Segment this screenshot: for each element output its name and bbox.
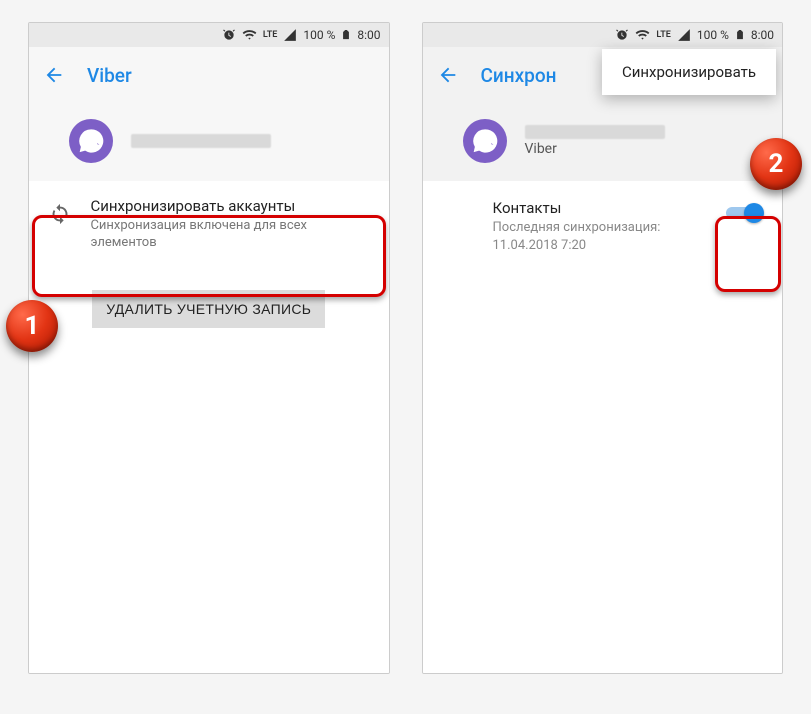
clock-time: 8:00 bbox=[357, 28, 380, 42]
contacts-title: Контакты bbox=[493, 199, 713, 217]
step-marker-1: 1 bbox=[6, 300, 58, 352]
step-marker-2: 2 bbox=[750, 138, 802, 190]
back-icon[interactable] bbox=[43, 64, 65, 86]
account-name-blurred bbox=[525, 125, 665, 139]
battery-icon bbox=[735, 27, 745, 43]
network-lte-label: LTE bbox=[656, 31, 670, 40]
contacts-sync-toggle[interactable] bbox=[726, 203, 762, 223]
contacts-sync-row[interactable]: Контакты Последняя синхронизация: 11.04.… bbox=[423, 181, 783, 270]
viber-app-icon bbox=[463, 119, 507, 163]
wifi-icon bbox=[242, 28, 257, 43]
page-title: Viber bbox=[87, 64, 132, 87]
back-icon[interactable] bbox=[437, 64, 459, 86]
sync-accounts-subtitle: Синхронизация включена для всех элементо… bbox=[90, 218, 370, 252]
contacts-last-sync: Последняя синхронизация: 11.04.2018 7:20 bbox=[493, 219, 713, 254]
phone-left: LTE 100 % 8:00 Viber bbox=[28, 22, 390, 674]
sync-now-menu-item[interactable]: Синхронизировать bbox=[602, 49, 776, 95]
account-name-blurred bbox=[131, 134, 271, 148]
battery-icon bbox=[341, 27, 351, 43]
wifi-icon bbox=[635, 28, 650, 43]
clock-time: 8:00 bbox=[751, 28, 774, 42]
status-bar: LTE 100 % 8:00 bbox=[423, 23, 783, 47]
signal-icon bbox=[677, 28, 691, 42]
battery-percent: 100 % bbox=[303, 28, 335, 42]
account-header bbox=[29, 103, 389, 181]
sync-icon bbox=[47, 201, 72, 227]
page-title: Синхрон bbox=[481, 64, 557, 87]
viber-app-icon bbox=[69, 119, 113, 163]
account-header: Viber bbox=[423, 103, 783, 181]
delete-account-button[interactable]: УДАЛИТЬ УЧЕТНУЮ ЗАПИСЬ bbox=[92, 290, 325, 328]
phone-right: LTE 100 % 8:00 Синхрон Синхронизировать bbox=[422, 22, 784, 674]
sync-accounts-title: Синхронизировать аккаунты bbox=[90, 197, 370, 215]
status-bar: LTE 100 % 8:00 bbox=[29, 23, 389, 47]
battery-percent: 100 % bbox=[697, 28, 729, 42]
alarm-icon bbox=[615, 28, 629, 42]
alarm-icon bbox=[222, 28, 236, 42]
signal-icon bbox=[283, 28, 297, 42]
account-app-label: Viber bbox=[525, 141, 665, 157]
network-lte-label: LTE bbox=[263, 31, 277, 40]
sync-accounts-row[interactable]: Синхронизировать аккаунты Синхронизация … bbox=[29, 181, 389, 268]
app-bar: Viber bbox=[29, 47, 389, 103]
